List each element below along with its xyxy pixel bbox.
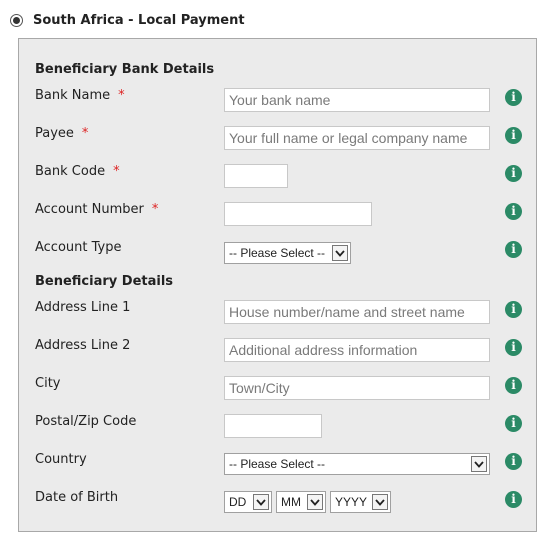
date-of-birth-label: Date of Birth (35, 490, 119, 505)
info-icon[interactable]: i (505, 491, 522, 508)
row-country: Country -- Please Select -- i (19, 452, 538, 478)
account-type-label: Account Type (35, 240, 122, 255)
section-title-beneficiary: Beneficiary Details (35, 274, 174, 289)
postal-code-input[interactable] (224, 414, 322, 438)
country-select[interactable]: -- Please Select -- (224, 453, 490, 475)
country-label: Country (35, 452, 87, 467)
beneficiary-form-panel: Beneficiary Bank Details Bank Name* i Pa… (18, 38, 537, 532)
city-input[interactable] (224, 376, 490, 400)
row-city: City i (19, 376, 538, 402)
bank-code-label: Bank Code * (35, 164, 120, 179)
required-marker: * (118, 88, 125, 103)
row-date-of-birth: Date of Birth DD MM YYYY i (19, 490, 538, 516)
account-number-input[interactable] (224, 202, 372, 226)
chevron-down-icon (372, 494, 388, 510)
country-value: -- Please Select -- (229, 457, 326, 471)
chevron-down-icon (307, 494, 323, 510)
dob-year-select[interactable]: YYYY (330, 491, 391, 513)
chevron-down-icon (471, 456, 487, 472)
row-bank-code: Bank Code * i (19, 164, 538, 190)
chevron-down-icon (332, 245, 348, 261)
dob-year-value: YYYY (335, 495, 368, 509)
info-icon[interactable]: i (505, 203, 522, 220)
address-line-1-label: Address Line 1 (35, 300, 131, 315)
row-postal-code: Postal/Zip Code i (19, 414, 538, 440)
info-icon[interactable]: i (505, 127, 522, 144)
account-type-value: -- Please Select -- (229, 246, 326, 260)
info-icon[interactable]: i (505, 377, 522, 394)
payment-option[interactable]: South Africa - Local Payment (10, 10, 245, 30)
info-icon[interactable]: i (505, 415, 522, 432)
info-icon[interactable]: i (505, 301, 522, 318)
payee-label: Payee * (35, 126, 89, 141)
row-bank-name: Bank Name* i (19, 88, 538, 114)
dob-day-value: DD (229, 495, 247, 509)
chevron-down-icon (253, 494, 269, 510)
info-icon[interactable]: i (505, 339, 522, 356)
city-label: City (35, 376, 61, 391)
required-marker: * (81, 126, 89, 141)
info-icon[interactable]: i (505, 453, 522, 470)
row-payee: Payee* i (19, 126, 538, 152)
row-address-1: Address Line 1 i (19, 300, 538, 326)
info-icon[interactable]: i (505, 241, 522, 258)
bank-name-label: Bank Name * (35, 88, 125, 103)
account-type-select[interactable]: -- Please Select -- (224, 242, 351, 264)
address-line-2-input[interactable] (224, 338, 490, 362)
info-icon[interactable]: i (505, 89, 522, 106)
dob-day-select[interactable]: DD (224, 491, 272, 513)
dob-month-select[interactable]: MM (276, 491, 326, 513)
row-account-type: Account Type -- Please Select -- i (19, 240, 538, 266)
required-marker: * (151, 202, 159, 217)
section-title-bank: Beneficiary Bank Details (35, 62, 215, 77)
account-number-label: Account Number * (35, 202, 159, 217)
dob-month-value: MM (281, 495, 301, 509)
required-marker: * (113, 164, 120, 179)
address-line-2-label: Address Line 2 (35, 338, 131, 353)
postal-code-label: Postal/Zip Code (35, 414, 137, 429)
row-address-2: Address Line 2 i (19, 338, 538, 364)
payment-option-radio[interactable] (10, 13, 23, 27)
bank-code-input[interactable] (224, 164, 288, 188)
bank-name-input[interactable] (224, 88, 490, 112)
radio-dot (13, 16, 20, 24)
address-line-1-input[interactable] (224, 300, 490, 324)
payee-input[interactable] (224, 126, 490, 150)
payment-option-label: South Africa - Local Payment (33, 12, 245, 28)
row-account-number: Account Number * i (19, 202, 538, 228)
info-icon[interactable]: i (505, 165, 522, 182)
